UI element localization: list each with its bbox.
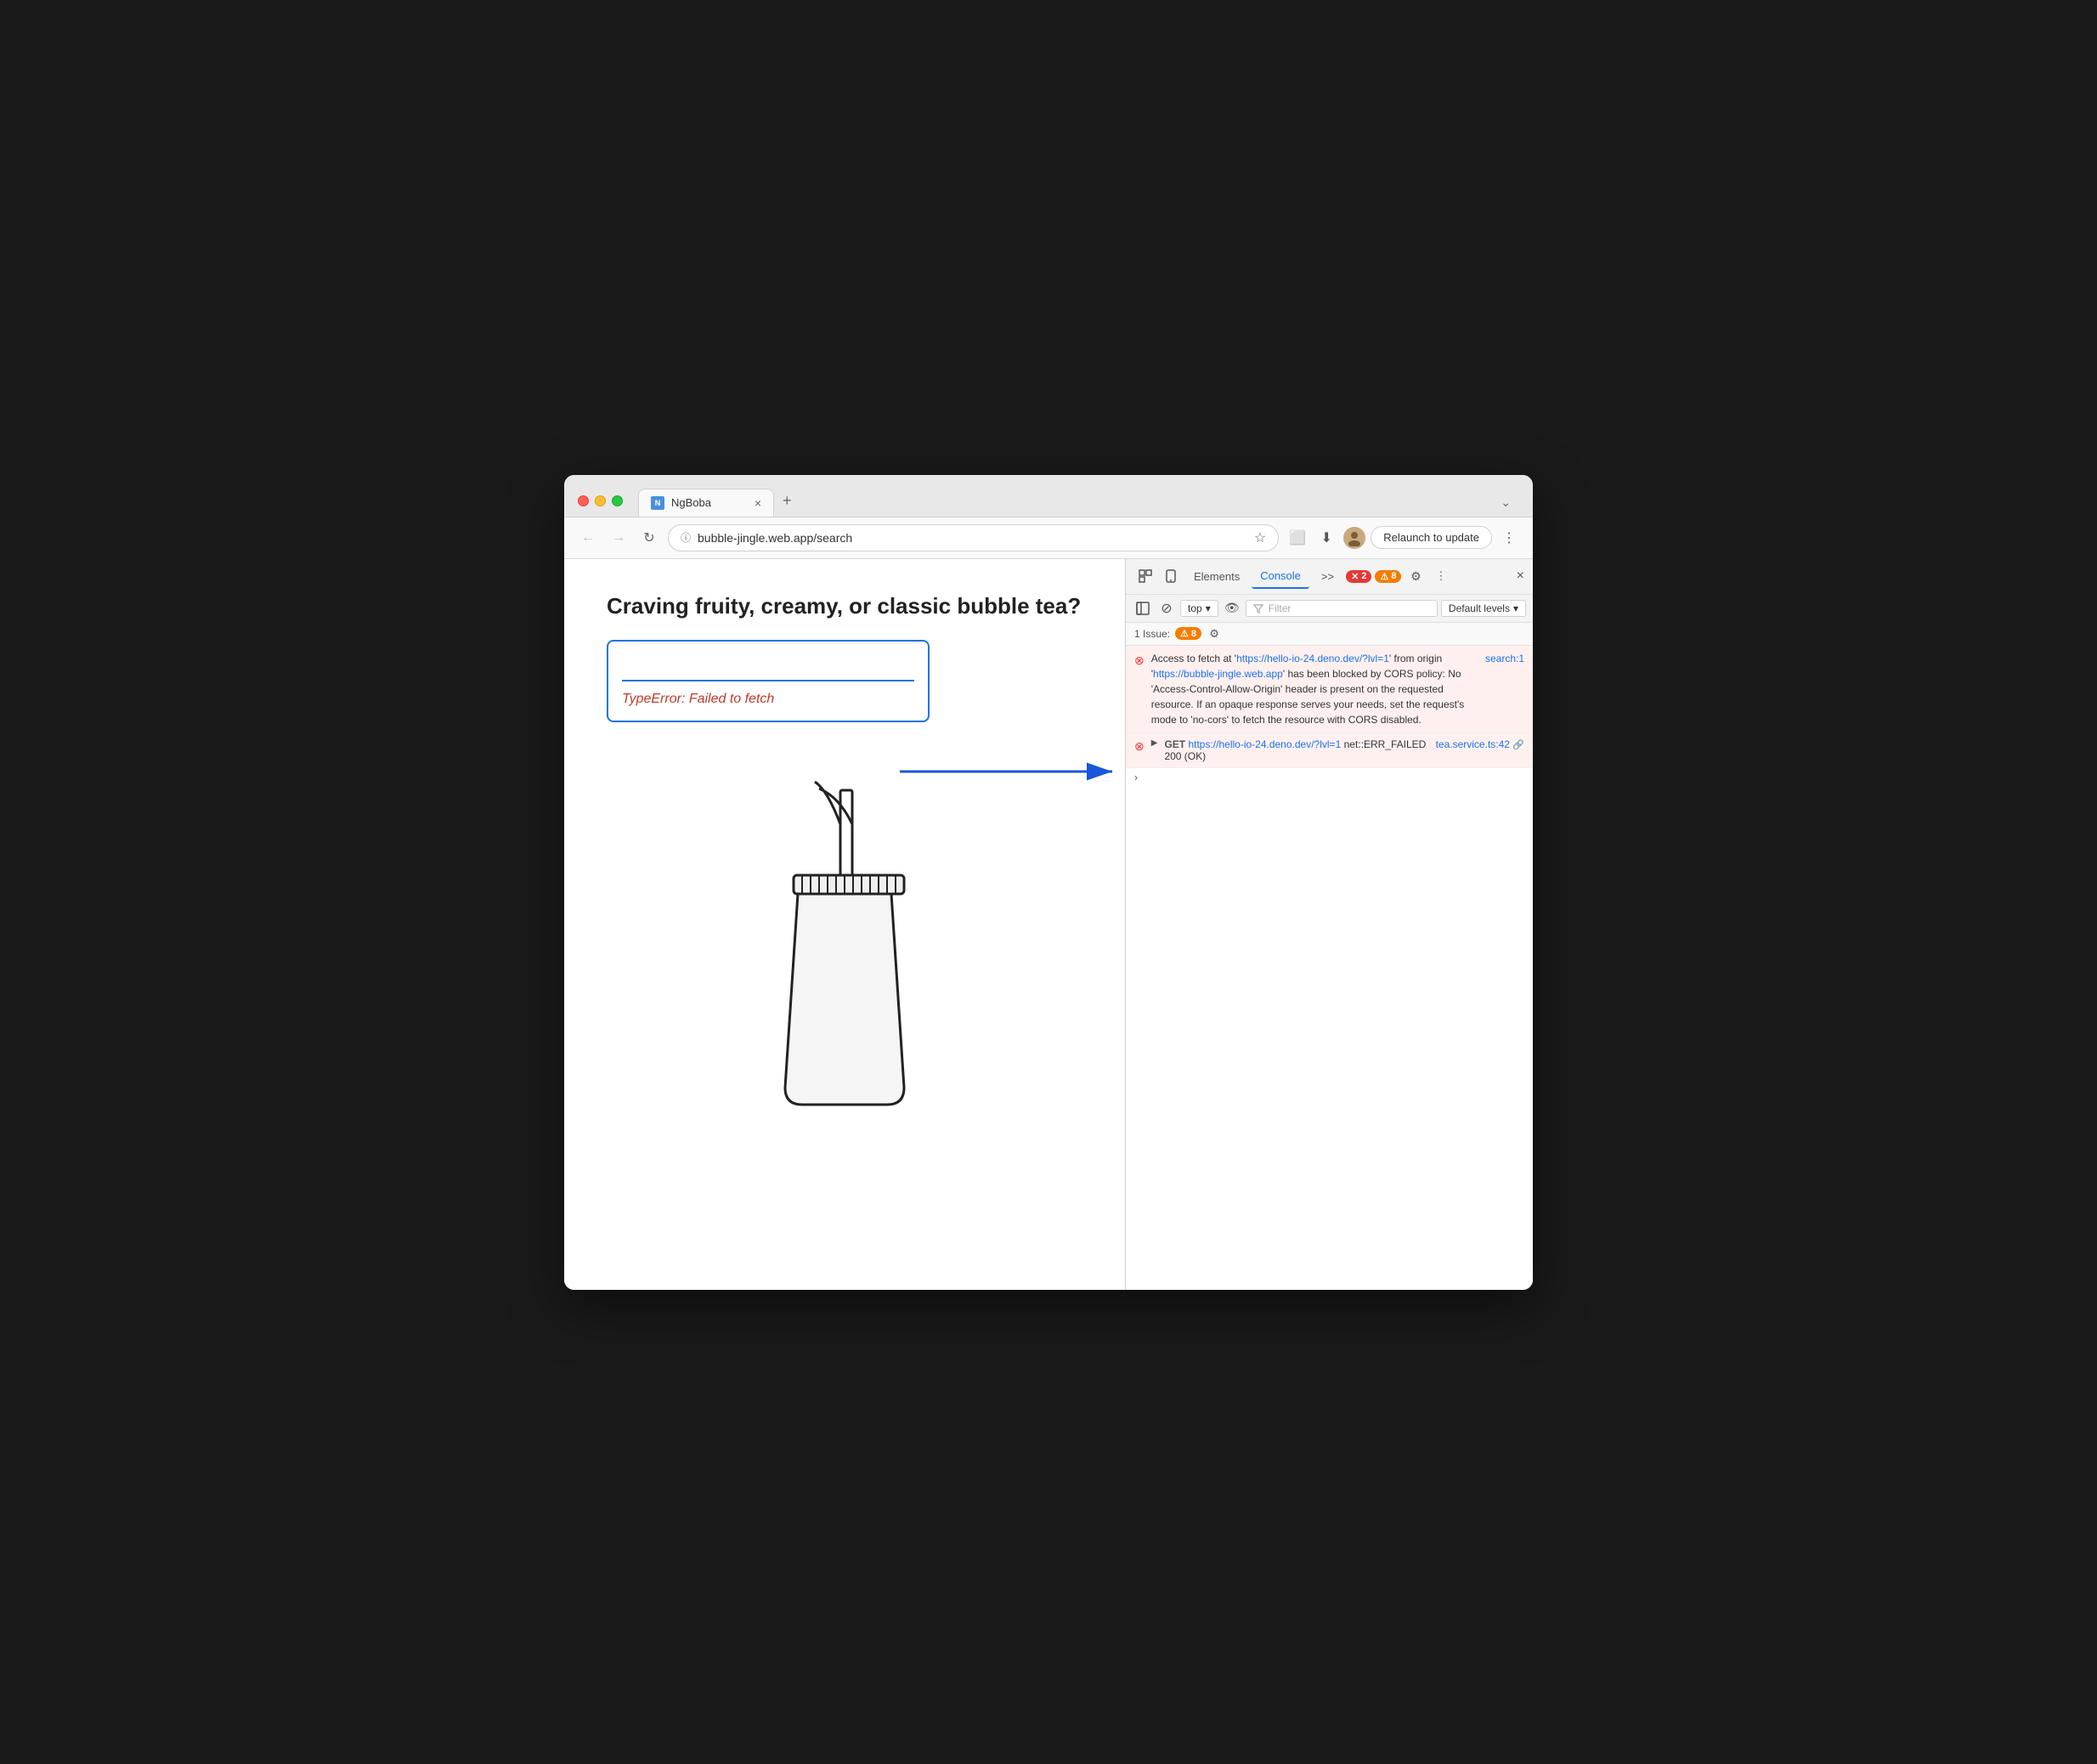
- issues-count: 8: [1191, 629, 1196, 639]
- main-content: Craving fruity, creamy, or classic bubbl…: [564, 559, 1533, 1290]
- issues-label: 1 Issue:: [1134, 628, 1170, 640]
- tab-close-button[interactable]: ×: [755, 496, 761, 510]
- title-bar: N NgBoba × + ⌄: [564, 475, 1533, 517]
- boba-illustration: [607, 773, 1082, 1130]
- console-toolbar: ⊘ top ▾ 👁 Filter Default levels ▾: [1126, 595, 1533, 623]
- page-heading: Craving fruity, creamy, or classic bubbl…: [607, 593, 1082, 619]
- filter-input[interactable]: Filter: [1246, 600, 1438, 617]
- nav-bar: ← → ↻ ⓘ bubble-jingle.web.app/search ☆ ⬜…: [564, 517, 1533, 559]
- tab-console[interactable]: Console: [1252, 564, 1309, 589]
- close-window-button[interactable]: [578, 495, 589, 506]
- log-levels-dropdown[interactable]: Default levels ▾: [1441, 600, 1526, 617]
- error-badge: ✕ 2: [1346, 570, 1371, 583]
- nav-actions: ⬜ ⬇ Relaunch to update ⋮: [1286, 526, 1521, 550]
- error-circle-icon-1: ⊗: [1134, 652, 1145, 727]
- warn-icon-issues: ⚠: [1180, 628, 1189, 639]
- log-levels-chevron-icon: ▾: [1513, 602, 1518, 614]
- relaunch-button[interactable]: Relaunch to update: [1371, 526, 1492, 549]
- context-dropdown[interactable]: top ▾: [1180, 600, 1218, 617]
- browser-more-button[interactable]: ⋮: [1497, 526, 1521, 550]
- context-label: top: [1188, 602, 1202, 614]
- warn-badge: ⚠ 8: [1375, 570, 1401, 583]
- search-box-wrapper: TypeError: Failed to fetch: [607, 640, 930, 722]
- refresh-button[interactable]: ↻: [637, 526, 661, 550]
- address-bar[interactable]: ⓘ bubble-jingle.web.app/search ☆: [668, 524, 1279, 551]
- issues-bar: 1 Issue: ⚠ 8 ⚙: [1126, 623, 1533, 646]
- warn-count: 8: [1391, 571, 1396, 581]
- sidebar-toggle-button[interactable]: [1133, 598, 1153, 619]
- console-network-error: ⊗ ▶ GET https://hello-io-24.deno.dev/?lv…: [1126, 733, 1533, 768]
- error-source-1[interactable]: search:1: [1485, 651, 1524, 727]
- network-link-icon[interactable]: 🔗: [1512, 740, 1524, 750]
- error-message-1-content: Access to fetch at 'https://hello-io-24.…: [1151, 651, 1478, 727]
- browser-window: N NgBoba × + ⌄ ← → ↻ ⓘ bubble-jingle.web…: [564, 475, 1533, 1290]
- traffic-lights: [578, 495, 623, 506]
- console-expand-row: ›: [1126, 768, 1533, 787]
- tab-favicon: N: [651, 496, 664, 510]
- error-icon-sm: ✕: [1351, 571, 1359, 582]
- network-url[interactable]: https://hello-io-24.deno.dev/?lvl=1: [1188, 738, 1341, 750]
- tab-elements[interactable]: Elements: [1185, 565, 1248, 588]
- warn-icon-sm: ⚠: [1380, 571, 1388, 582]
- log-levels-label: Default levels: [1449, 602, 1510, 614]
- filter-icon: [1253, 603, 1263, 613]
- downloads-button[interactable]: ⬇: [1314, 526, 1338, 550]
- bookmark-icon[interactable]: ☆: [1254, 529, 1266, 546]
- minimize-window-button[interactable]: [595, 495, 606, 506]
- search-input[interactable]: [622, 655, 914, 681]
- error-url-2[interactable]: https://bubble-jingle.web.app: [1153, 668, 1283, 680]
- error-text-prefix: Access to fetch at ': [1151, 653, 1236, 664]
- tab-more[interactable]: >>: [1313, 565, 1342, 588]
- dropdown-chevron-icon: ▾: [1206, 602, 1211, 614]
- active-tab[interactable]: N NgBoba ×: [638, 489, 774, 517]
- console-messages: ⊗ Access to fetch at 'https://hello-io-2…: [1126, 646, 1533, 1290]
- issues-settings-icon[interactable]: ⚙: [1207, 626, 1222, 642]
- profile-avatar[interactable]: [1343, 527, 1365, 549]
- device-mode-button[interactable]: [1160, 565, 1182, 587]
- clear-console-button[interactable]: ⊘: [1156, 598, 1177, 619]
- network-error-content: GET https://hello-io-24.deno.dev/?lvl=1 …: [1164, 738, 1428, 762]
- tab-bar: N NgBoba × + ⌄: [638, 485, 1519, 517]
- get-label: GET: [1164, 738, 1185, 750]
- error-count: 2: [1361, 571, 1366, 581]
- new-tab-button[interactable]: +: [774, 485, 800, 517]
- error-text: TypeError: Failed to fetch: [622, 692, 914, 707]
- tab-expand-button[interactable]: ⌄: [1492, 489, 1519, 517]
- devtools-settings-button[interactable]: ⚙: [1405, 565, 1427, 587]
- error-circle-icon-2: ⊗: [1134, 739, 1145, 754]
- expand-network-icon[interactable]: ▶: [1151, 738, 1158, 748]
- inspect-element-button[interactable]: [1134, 565, 1156, 587]
- address-lock-icon: ⓘ: [681, 530, 691, 545]
- console-error-1: ⊗ Access to fetch at 'https://hello-io-2…: [1126, 646, 1533, 733]
- address-text: bubble-jingle.web.app/search: [698, 531, 1247, 545]
- http-status: 200 (OK): [1164, 750, 1206, 762]
- back-button[interactable]: ←: [576, 526, 600, 550]
- maximize-window-button[interactable]: [612, 495, 623, 506]
- issues-badge: ⚠ 8: [1175, 627, 1201, 640]
- devtools-close-button[interactable]: ×: [1517, 568, 1524, 584]
- devtools-more-button[interactable]: ⋮: [1430, 566, 1451, 586]
- error-source-2[interactable]: tea.service.ts:42 🔗: [1436, 738, 1524, 750]
- devtools-header: Elements Console >> ✕ 2 ⚠ 8 ⚙ ⋮ ×: [1126, 559, 1533, 595]
- extensions-button[interactable]: ⬜: [1286, 526, 1309, 550]
- live-expressions-button[interactable]: 👁: [1222, 598, 1242, 619]
- net-error-status: net::ERR_FAILED: [1344, 738, 1427, 750]
- devtools-panel: Elements Console >> ✕ 2 ⚠ 8 ⚙ ⋮ ×: [1125, 559, 1533, 1290]
- webpage: Craving fruity, creamy, or classic bubbl…: [564, 559, 1125, 1290]
- error-url-1[interactable]: https://hello-io-24.deno.dev/?lvl=1: [1236, 653, 1389, 664]
- filter-placeholder: Filter: [1269, 602, 1292, 614]
- expand-chevron-icon[interactable]: ›: [1134, 772, 1138, 783]
- forward-button[interactable]: →: [607, 526, 630, 550]
- tab-title: NgBoba: [671, 496, 711, 509]
